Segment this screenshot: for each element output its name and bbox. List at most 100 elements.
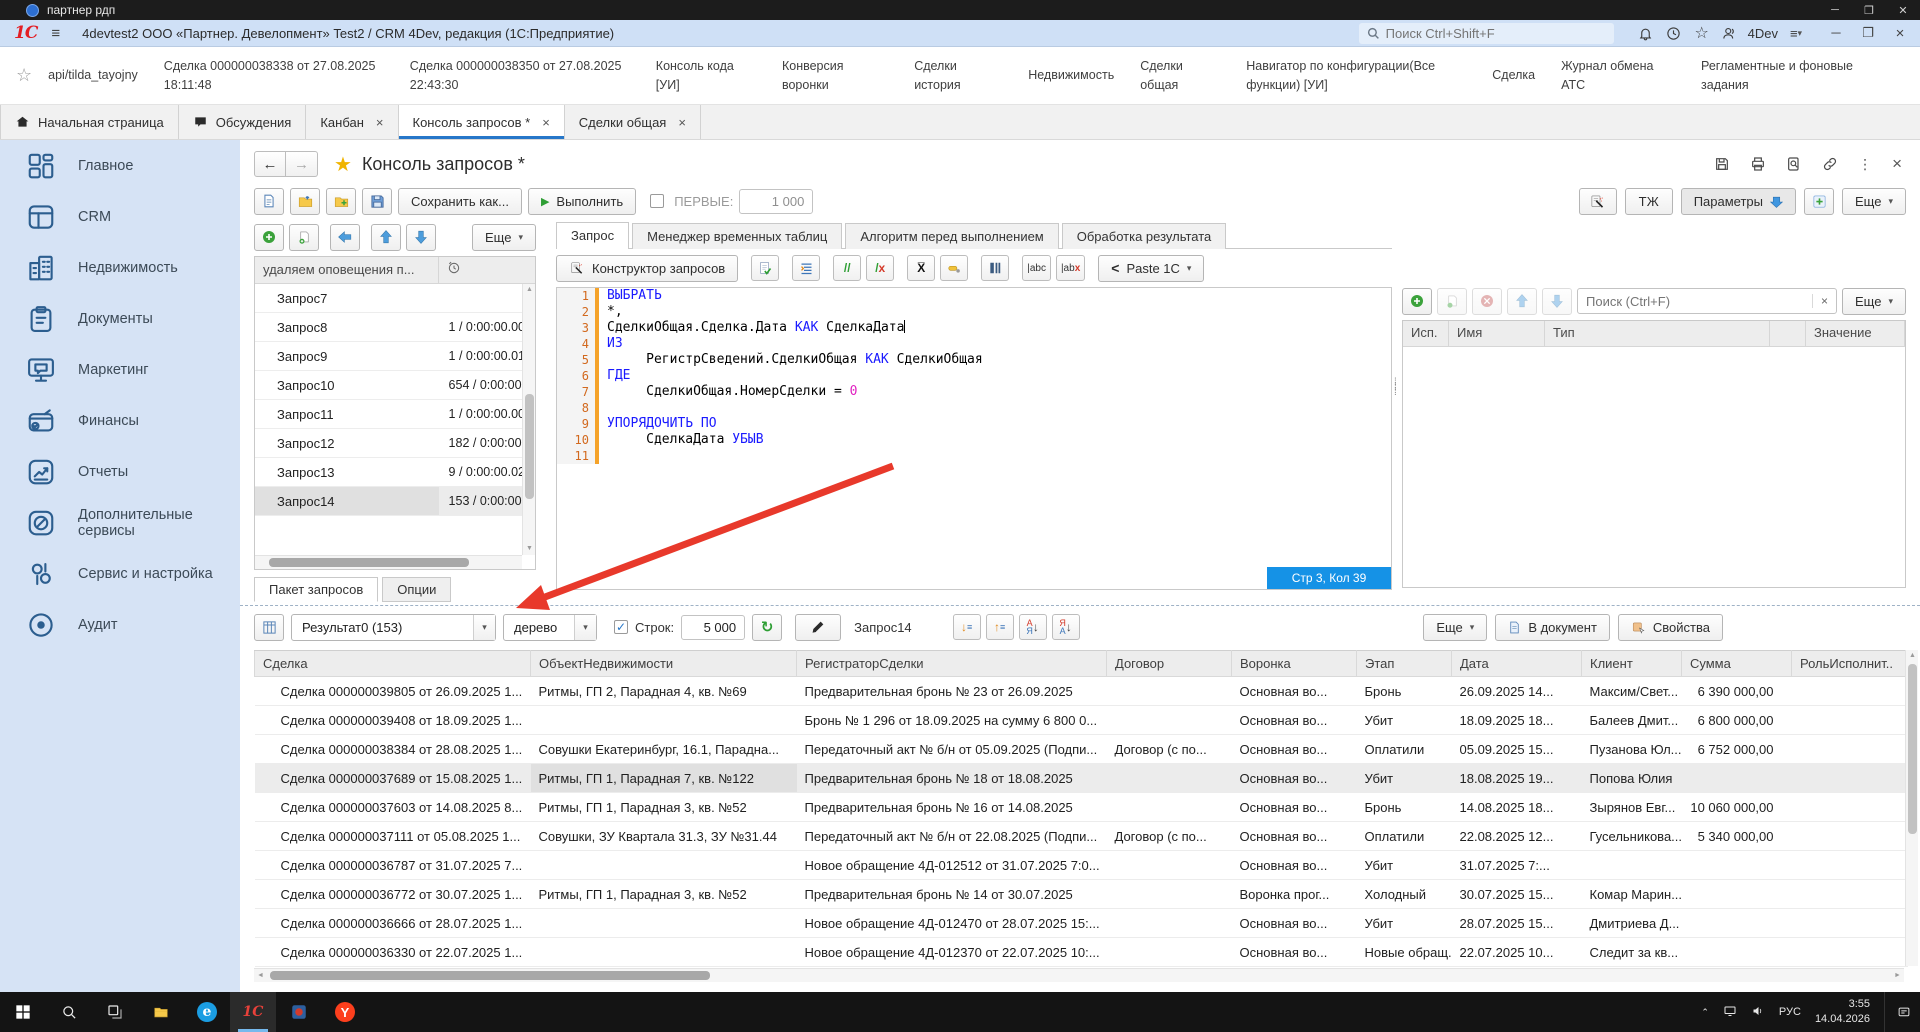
scroll-up-arrow[interactable]: ▲: [523, 284, 536, 296]
uncomment-button[interactable]: /x: [866, 255, 894, 281]
clear-button[interactable]: X̅: [907, 255, 935, 281]
params-column-header[interactable]: Исп.: [1403, 321, 1449, 346]
sidebar-item-marketing[interactable]: Маркетинг: [0, 344, 240, 395]
columns-button[interactable]: [981, 255, 1009, 281]
vertical-splitter[interactable]: ⁞⁞⁞: [1394, 380, 1400, 395]
save-icon[interactable]: [1714, 156, 1730, 172]
edit-query-button[interactable]: [795, 614, 841, 641]
favorites-item[interactable]: Сделка 000000038338 от 27.08.2025 18:11:…: [164, 57, 384, 93]
query-list-hscrollbar[interactable]: [255, 555, 522, 569]
file-explorer-icon[interactable]: [138, 992, 184, 1032]
param-move-down-button[interactable]: [1542, 288, 1572, 315]
results-row[interactable]: Сделка 000000039805 от 26.09.2025 1...Ри…: [255, 677, 1908, 706]
results-row[interactable]: Сделка 000000036787 от 31.07.2025 7...Но…: [255, 851, 1908, 880]
results-column-header[interactable]: Этап: [1357, 651, 1452, 677]
query-code-editor[interactable]: 1ВЫБРАТЬ2*,3СделкиОбщая.Сделка.Дата КАК …: [556, 287, 1392, 590]
users-icon[interactable]: [1716, 22, 1744, 44]
console-more-button[interactable]: Еще▾: [1842, 188, 1906, 215]
sidebar-item-grid[interactable]: Главное: [0, 140, 240, 191]
results-column-header[interactable]: Клиент: [1582, 651, 1682, 677]
breakpoint-button[interactable]: [940, 255, 968, 281]
start-button[interactable]: [0, 992, 46, 1032]
notifications-bell-icon[interactable]: [1632, 22, 1660, 44]
results-column-header[interactable]: Сумма: [1682, 651, 1792, 677]
query-list-more-button[interactable]: Еще▾: [472, 224, 536, 251]
sort-asc-button[interactable]: АЯ↓: [1019, 614, 1047, 640]
params-column-header[interactable]: Имя: [1449, 321, 1545, 346]
to-document-button[interactable]: В документ: [1495, 614, 1610, 641]
main-menu-icon[interactable]: ≡: [51, 25, 60, 42]
move-down-button[interactable]: [406, 224, 436, 251]
find-text-button[interactable]: |abc: [1022, 255, 1051, 281]
taskbar-clock[interactable]: 3:55 14.04.2026: [1815, 997, 1870, 1027]
page-tab-Сделки-общая[interactable]: Сделки общая×: [565, 105, 701, 139]
tray-volume-icon[interactable]: [1751, 1005, 1765, 1020]
results-row[interactable]: Сделка 000000036666 от 28.07.2025 1...Но…: [255, 909, 1908, 938]
result-selector[interactable]: Результат0 (153)▾: [291, 614, 496, 641]
favorites-item[interactable]: Регламентные и фоновые задания: [1701, 57, 1894, 93]
save-as-button[interactable]: Сохранить как...: [398, 188, 522, 215]
results-row[interactable]: Сделка 000000039408 от 18.09.2025 1...Бр…: [255, 706, 1908, 735]
sidebar-item-clipboard[interactable]: Документы: [0, 293, 240, 344]
view-mode-selector[interactable]: дерево▾: [503, 614, 597, 641]
params-column-header[interactable]: Тип: [1545, 321, 1770, 346]
preview-icon[interactable]: [1786, 156, 1802, 172]
favorites-item[interactable]: Сделки история: [914, 57, 1002, 93]
collapse-rows-button[interactable]: ↑≡: [986, 614, 1014, 640]
results-vscrollbar[interactable]: ▲: [1905, 650, 1918, 966]
query-builder-button[interactable]: Конструктор запросов: [556, 255, 738, 282]
sidebar-item-report[interactable]: Отчеты: [0, 446, 240, 497]
open-file-button[interactable]: [290, 188, 320, 215]
horizontal-splitter[interactable]: [240, 605, 1920, 606]
rows-count-input[interactable]: [681, 615, 745, 640]
results-column-header[interactable]: ОбъектНедвижимости: [531, 651, 797, 677]
favorites-item[interactable]: Навигатор по конфигурации(Все функции) […: [1246, 57, 1466, 93]
print-icon[interactable]: [1750, 156, 1766, 172]
editor-tab[interactable]: Менеджер временных таблиц: [632, 223, 842, 249]
history-icon[interactable]: [1660, 22, 1688, 44]
properties-button[interactable]: Свойства: [1618, 614, 1723, 641]
add-parameter-row-button[interactable]: [1402, 288, 1432, 315]
sort-desc-button[interactable]: ЯА↓: [1052, 614, 1080, 640]
taskbar-search-icon[interactable]: [46, 992, 92, 1032]
sidebar-item-settings[interactable]: Сервис и настройка: [0, 548, 240, 599]
results-column-header[interactable]: Сделка: [255, 651, 531, 677]
editor-tab[interactable]: Запрос: [556, 222, 629, 249]
action-center-icon[interactable]: [1884, 992, 1914, 1032]
results-column-header[interactable]: Договор: [1107, 651, 1232, 677]
tray-chevron-icon[interactable]: ⌃: [1701, 1007, 1709, 1018]
favorites-item[interactable]: Сделки общая: [1140, 57, 1220, 93]
service-menu-icon[interactable]: ≡▾: [1782, 22, 1810, 44]
query-list-row[interactable]: Запрос14153 / 0:00:00.: [255, 487, 535, 516]
back-button[interactable]: ←: [254, 151, 286, 177]
kebab-menu-icon[interactable]: ⋮: [1858, 156, 1872, 173]
sidebar-item-audit[interactable]: Аудит: [0, 599, 240, 650]
results-row[interactable]: Сделка 000000037603 от 14.08.2025 8...Ри…: [255, 793, 1908, 822]
favorites-item[interactable]: Конверсия воронки: [782, 57, 888, 93]
tray-display-icon[interactable]: [1723, 1005, 1737, 1020]
rdp-restore-button[interactable]: ❐: [1852, 4, 1886, 17]
delete-parameter-button[interactable]: [1472, 288, 1502, 315]
comment-button[interactable]: //: [833, 255, 861, 281]
results-column-header[interactable]: Дата: [1452, 651, 1582, 677]
editor-tab[interactable]: Алгоритм перед выполнением: [845, 223, 1058, 249]
sidebar-item-services[interactable]: Дополнительные сервисы: [0, 497, 240, 548]
replace-text-button[interactable]: |abx: [1056, 255, 1085, 281]
result-grid-button[interactable]: [254, 614, 284, 641]
results-row[interactable]: Сделка 000000037111 от 05.08.2025 1...Со…: [255, 822, 1908, 851]
results-row[interactable]: Сделка 000000037689 от 15.08.2025 1...Ри…: [255, 764, 1908, 793]
tech-journal-button[interactable]: ТЖ: [1625, 188, 1673, 215]
query-list-row[interactable]: Запрос81 / 0:00:00.00: [255, 313, 535, 342]
close-tab-icon[interactable]: ×: [376, 115, 384, 130]
execute-button[interactable]: ▶Выполнить: [528, 188, 636, 215]
first-count-input[interactable]: [739, 189, 813, 214]
page-tab-Канбан[interactable]: Канбан×: [306, 105, 398, 139]
rows-limit-checkbox[interactable]: [614, 620, 628, 634]
save-query-button[interactable]: [362, 188, 392, 215]
query-list-row[interactable]: Запрос10654 / 0:00:00.: [255, 371, 535, 400]
sidebar-item-wallet[interactable]: Финансы: [0, 395, 240, 446]
favorites-item[interactable]: Недвижимость: [1028, 66, 1114, 84]
favorites-item[interactable]: Сделка: [1492, 66, 1535, 84]
query-stats-header[interactable]: [439, 257, 535, 283]
parameters-search-input[interactable]: ×: [1577, 288, 1837, 314]
